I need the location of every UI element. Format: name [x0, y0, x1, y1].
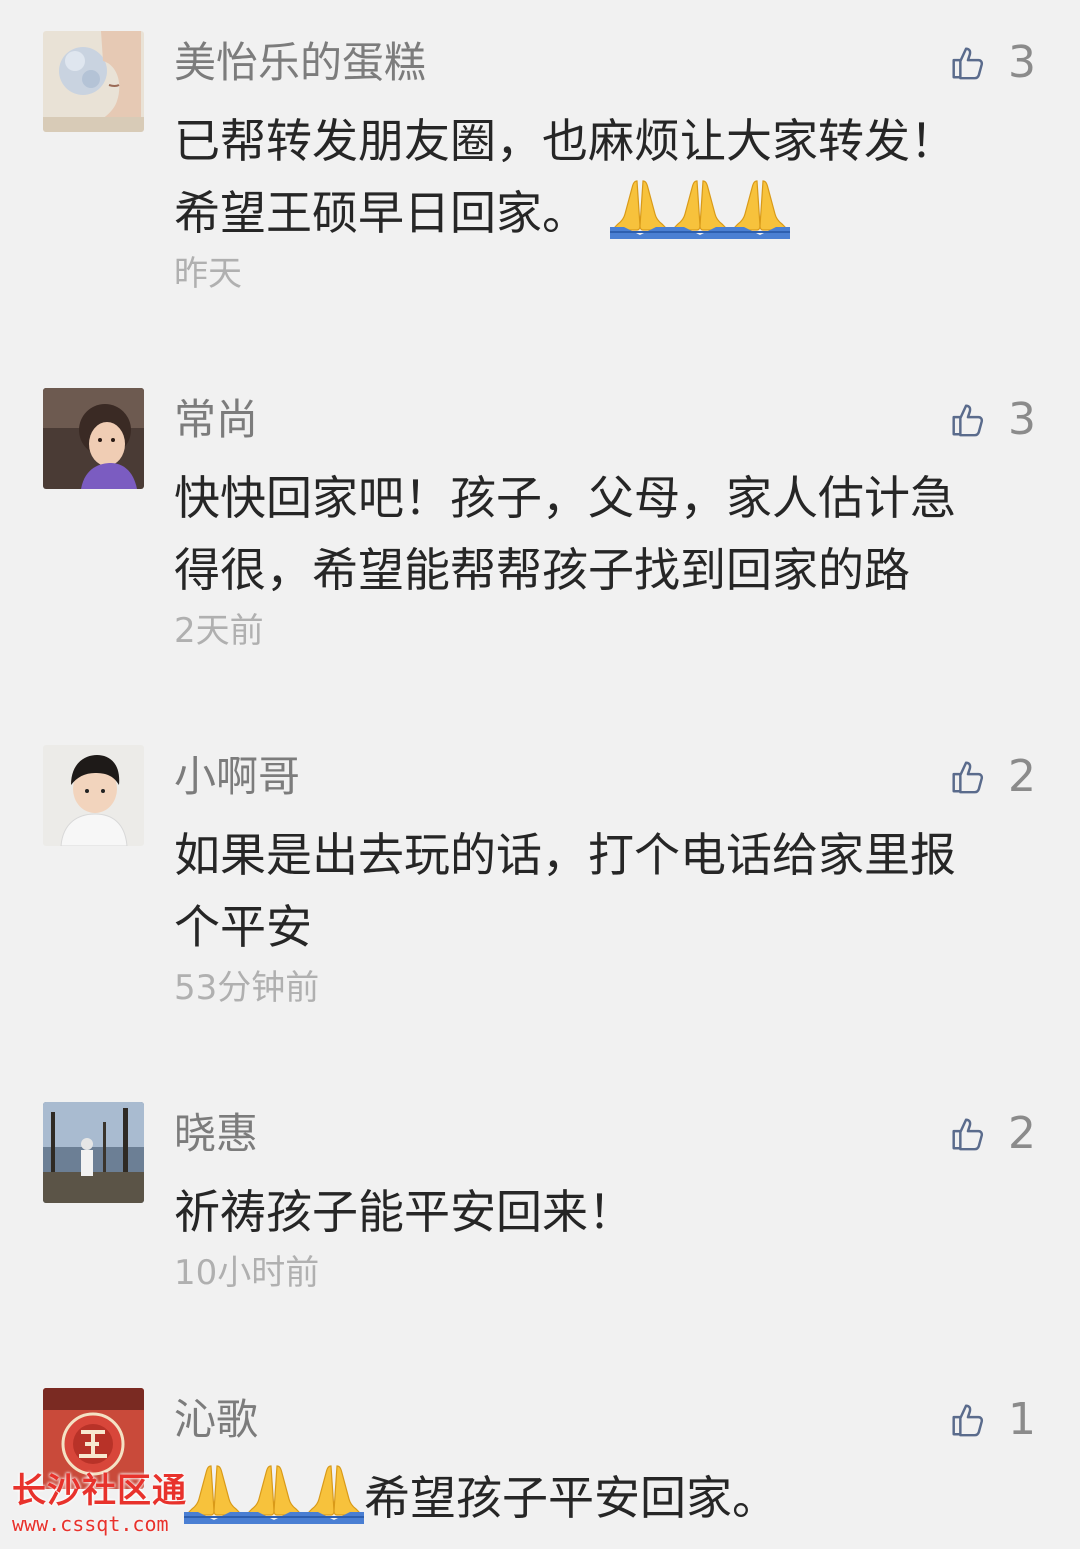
thumbs-up-icon: [948, 44, 986, 82]
like-button[interactable]: 2: [948, 749, 1036, 805]
comment-text: 已帮转发朋友圈，也麻烦让大家转发！ 希望王硕早日回家。: [174, 105, 1034, 249]
thumbs-up-icon: [948, 758, 986, 796]
watermark-url: www.cssqt.com: [12, 1512, 169, 1536]
commenter-name: 美怡乐的蛋糕: [174, 38, 427, 87]
like-count: 2: [1008, 1108, 1036, 1159]
comment-line: 如果是出去玩的话，打个电话给家里报: [174, 828, 956, 882]
folded-hands-emoji: [670, 177, 730, 239]
avatar[interactable]: [43, 388, 144, 489]
commenter-name: 沁歌: [174, 1395, 259, 1444]
avatar[interactable]: [43, 31, 144, 132]
commenter-name: 常尚: [174, 395, 259, 444]
folded-hands-emoji: [610, 177, 670, 239]
comment-text: 如果是出去玩的话，打个电话给家里报 个平安: [174, 819, 1034, 963]
avatar[interactable]: [43, 1102, 144, 1203]
comment-line: 得很，希望能帮帮孩子找到回家的路: [174, 543, 910, 597]
commenter-name: 小啊哥: [174, 752, 301, 801]
comment-text: 希望孩子平安回家。: [184, 1462, 1044, 1534]
thumbs-up-icon: [948, 1401, 986, 1439]
folded-hands-emoji: [730, 177, 790, 239]
comment-time: 2天前: [174, 611, 264, 651]
folded-hands-emoji: [244, 1462, 304, 1524]
like-count: 2: [1008, 751, 1036, 802]
like-count: 3: [1008, 394, 1036, 445]
comment-line-with-emoji: 希望王硕早日回家。: [174, 177, 1034, 249]
comment-list: 美怡乐的蛋糕 3 已帮转发朋友圈，也麻烦让大家转发！ 希望王硕早日回家。 昨天 …: [0, 0, 1080, 1549]
site-watermark: 长沙社区通 www.cssqt.com: [12, 1470, 212, 1536]
comment-line: 已帮转发朋友圈，也麻烦让大家转发！: [174, 114, 956, 168]
comment-time: 53分钟前: [174, 968, 320, 1008]
thumbs-up-icon: [948, 401, 986, 439]
thumbs-up-icon: [948, 1115, 986, 1153]
commenter-name: 晓惠: [174, 1109, 259, 1158]
comment-time: 昨天: [174, 254, 242, 294]
comment-line: 个平安: [174, 900, 312, 954]
comment-line: 祈祷孩子能平安回来！: [174, 1185, 634, 1239]
comment-text: 祈祷孩子能平安回来！: [174, 1176, 1034, 1248]
comment-line-with-emoji: 希望孩子平安回家。: [184, 1462, 1044, 1534]
avatar[interactable]: [43, 745, 144, 846]
comment-line: 快快回家吧！孩子，父母，家人估计急: [174, 471, 956, 525]
folded-hands-emoji: [304, 1462, 364, 1524]
watermark-title: 长沙社区通: [12, 1471, 187, 1511]
like-count: 3: [1008, 37, 1036, 88]
like-button[interactable]: 3: [948, 392, 1036, 448]
comment-line: 希望孩子平安回家。: [364, 1471, 778, 1525]
like-button[interactable]: 3: [948, 35, 1036, 91]
like-button[interactable]: 2: [948, 1106, 1036, 1162]
like-button[interactable]: 1: [948, 1392, 1036, 1448]
like-count: 1: [1008, 1394, 1036, 1445]
comment-time: 10小时前: [174, 1253, 320, 1293]
comment-line: 希望王硕早日回家。: [174, 186, 588, 240]
comment-text: 快快回家吧！孩子，父母，家人估计急 得很，希望能帮帮孩子找到回家的路: [174, 462, 1034, 606]
